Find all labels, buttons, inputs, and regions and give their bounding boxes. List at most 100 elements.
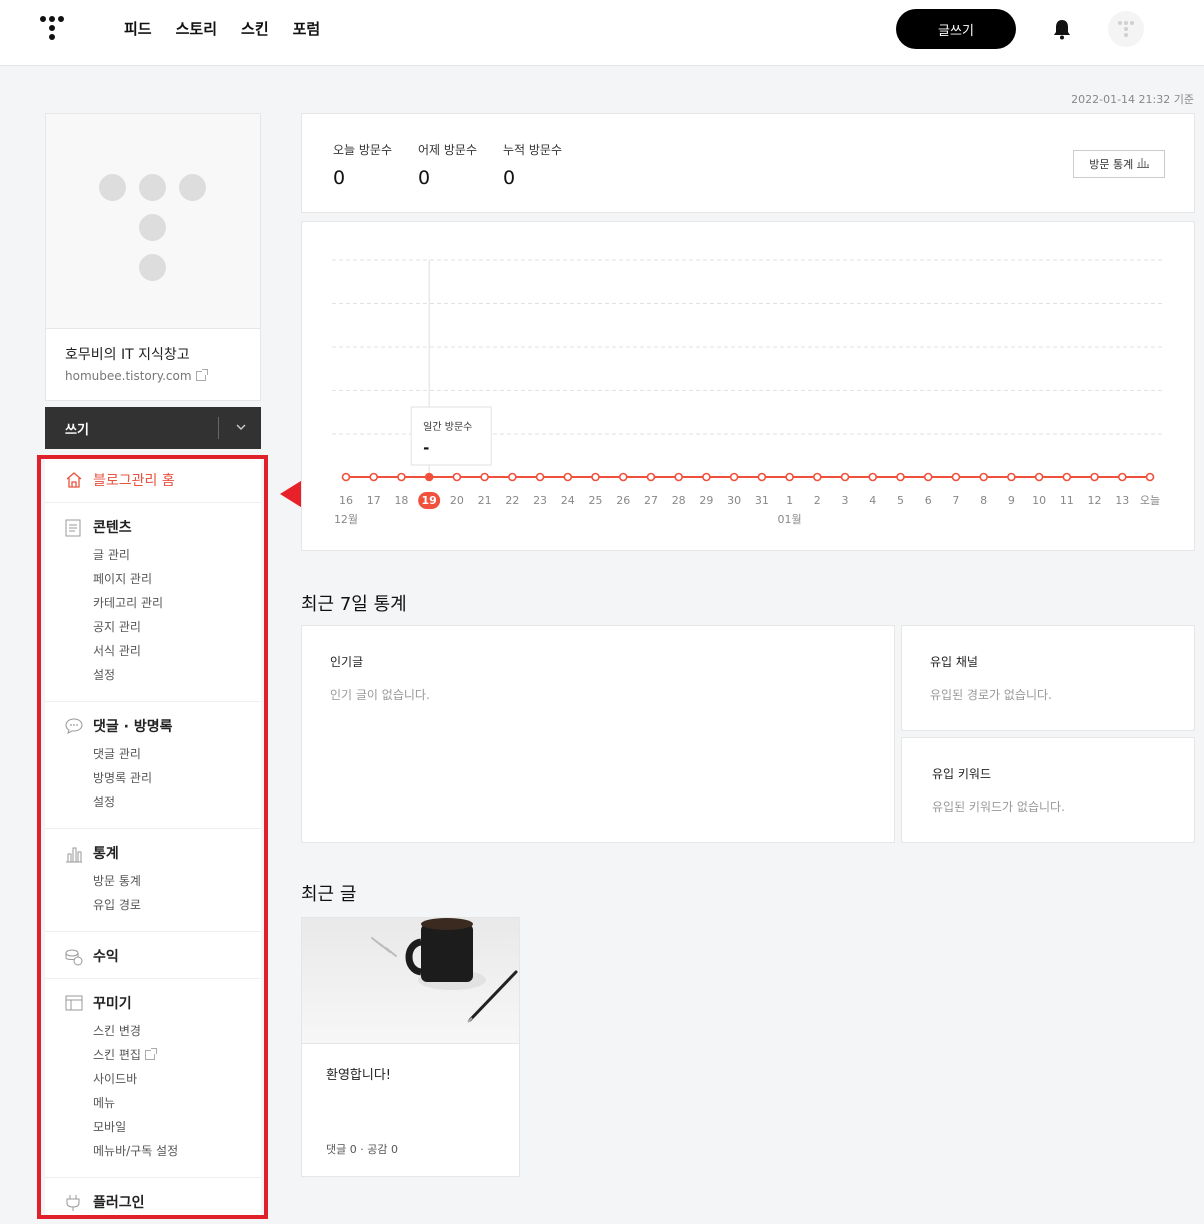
chart-point: [1117, 472, 1127, 482]
blog-profile-image[interactable]: [46, 114, 260, 329]
menu-group-plugin: 플러그인: [45, 1178, 261, 1217]
blog-url-link[interactable]: homubee.tistory.com: [65, 369, 208, 383]
menu-template-manage[interactable]: 서식 관리: [93, 642, 141, 659]
menu-plugin[interactable]: 플러그인: [93, 1192, 145, 1212]
home-icon: [66, 472, 82, 488]
chart-point: [508, 472, 517, 482]
menu-home-label: 블로그관리 홈: [93, 473, 175, 489]
nav-feed[interactable]: 피드: [124, 18, 152, 40]
write-button[interactable]: 쓰기: [65, 419, 89, 438]
menu-skin-change[interactable]: 스킨 변경: [93, 1022, 141, 1039]
chart-point: [480, 472, 489, 482]
chart-month-label: 01월: [778, 513, 802, 526]
tistory-logo[interactable]: [38, 14, 66, 44]
popular-posts-card: 인기글 인기 글이 없습니다.: [301, 625, 895, 843]
blog-name: 호무비의 IT 지식창고: [65, 347, 190, 363]
chart-point: [923, 472, 933, 482]
menu-home[interactable]: 블로그관리 홈: [45, 457, 261, 503]
chart-point: [563, 472, 573, 482]
chart-x-tick-label: 27: [644, 494, 658, 507]
notification-bell-icon[interactable]: [1052, 18, 1072, 40]
referrer-keyword-title: 유입 키워드: [932, 767, 992, 781]
layout-icon: [65, 995, 83, 1011]
menu-stats[interactable]: 통계: [93, 843, 119, 863]
plug-icon: [66, 1195, 80, 1211]
menu-category-manage[interactable]: 카테고리 관리: [93, 594, 163, 611]
chart-x-tick-label: 16: [339, 494, 353, 507]
menu-comments-settings[interactable]: 설정: [93, 793, 115, 810]
chart-x-tick-label: 4: [869, 494, 876, 507]
stats-timestamp: 2022-01-14 21:32 기준: [1071, 93, 1194, 106]
nav-story[interactable]: 스토리: [176, 18, 217, 40]
write-post-button[interactable]: 글쓰기: [896, 9, 1016, 49]
menu-group-contents: 콘텐츠 글 관리 페이지 관리 카테고리 관리 공지 관리 서식 관리 설정: [45, 503, 261, 702]
chart-x-tick-label: 6: [925, 494, 932, 507]
chart-point: [424, 472, 434, 482]
chevron-down-icon[interactable]: [234, 420, 248, 434]
visit-stats-button[interactable]: 방문 통계: [1073, 150, 1165, 178]
chart-point: [979, 472, 988, 482]
logo-dot: [58, 16, 64, 22]
menu-contents[interactable]: 콘텐츠: [93, 517, 132, 537]
daily-visits-chart: 16 17 18 19 20 21 22 23 24 25 26 27 28 29 30 31 1 2 3 4 5 6 7 8…: [301, 221, 1195, 551]
menu-referrer[interactable]: 유입 경로: [93, 896, 141, 913]
chart-point: [397, 472, 406, 482]
chart-point: [591, 472, 600, 482]
menu-post-manage[interactable]: 글 관리: [93, 546, 130, 563]
chart-point: [840, 472, 850, 482]
top-navigation: 피드 스토리 스킨 포럼 글쓰기: [0, 0, 1204, 66]
avatar-dot: [1124, 33, 1128, 37]
logo-dot: [40, 16, 46, 22]
profile-dot: [99, 174, 126, 201]
user-avatar[interactable]: [1108, 11, 1144, 47]
chart-point: [757, 472, 767, 482]
chart-x-tick-label: 11: [1060, 494, 1074, 507]
document-icon: [65, 519, 81, 537]
menu-comments[interactable]: 댓글 · 방명록: [93, 716, 172, 736]
blog-profile-card: 호무비의 IT 지식창고 homubee.tistory.com: [45, 113, 261, 401]
external-link-icon: [144, 1048, 157, 1060]
menu-skin-edit[interactable]: 스킨 편집: [93, 1046, 157, 1063]
chart-point: [618, 472, 628, 482]
menu-contents-settings[interactable]: 설정: [93, 666, 115, 683]
chart-x-tick-label: 25: [589, 494, 603, 507]
chart-x-tick-label: 19: [422, 494, 437, 507]
menu-visit-stats[interactable]: 방문 통계: [93, 872, 141, 889]
recent-post-card[interactable]: 환영합니다! 댓글 0 · 공감 0: [301, 917, 520, 1177]
menu-comment-manage[interactable]: 댓글 관리: [93, 745, 141, 762]
chart-x-tick-label: 2: [814, 494, 821, 507]
chart-x-tick-label: 31: [755, 494, 769, 507]
referrer-channel-card: 유입 채널 유입된 경로가 없습니다.: [901, 625, 1195, 731]
avatar-dot: [1118, 21, 1122, 25]
avatar-dot: [1124, 27, 1128, 31]
menu-mobile[interactable]: 모바일: [93, 1118, 126, 1135]
menu-menubar-subscribe[interactable]: 메뉴바/구독 설정: [93, 1142, 178, 1159]
nav-forum[interactable]: 포럼: [293, 18, 321, 40]
chart-point: [646, 472, 656, 482]
menu-decorate[interactable]: 꾸미기: [93, 993, 132, 1013]
yesterday-visits: 어제 방문수 0: [418, 141, 477, 189]
profile-dot: [139, 174, 166, 201]
today-visits-label: 오늘 방문수: [333, 143, 393, 157]
menu-guestbook-manage[interactable]: 방명록 관리: [93, 769, 152, 786]
referrer-keyword-empty: 유입된 키워드가 없습니다.: [932, 800, 1065, 814]
visits-line-chart: 16 17 18 19 20 21 22 23 24 25 26 27 28 29 30 31 1 2 3 4 5 6 7 8…: [332, 259, 1164, 526]
menu-menu[interactable]: 메뉴: [93, 1094, 115, 1111]
avatar-dot: [1124, 21, 1128, 25]
menu-page-manage[interactable]: 페이지 관리: [93, 570, 152, 587]
menu-revenue[interactable]: 수익: [93, 946, 119, 966]
total-visits: 누적 방문수 0: [503, 141, 562, 189]
chart-point: [674, 472, 683, 482]
menu-group-comments: 댓글 · 방명록 댓글 관리 방명록 관리 설정: [45, 702, 261, 829]
chart-x-tick-label: 5: [897, 494, 904, 507]
menu-notice-manage[interactable]: 공지 관리: [93, 618, 141, 635]
avatar-dot: [1130, 21, 1134, 25]
profile-dot: [179, 174, 206, 201]
chart-x-tick-label: 24: [561, 494, 575, 507]
chart-point: [729, 472, 739, 482]
chart-point: [535, 472, 545, 482]
nav-skin[interactable]: 스킨: [241, 18, 269, 40]
menu-sidebar[interactable]: 사이드바: [93, 1070, 137, 1087]
chart-x-tick-label: 12: [1088, 494, 1102, 507]
post-meta: 댓글 0 · 공감 0: [326, 1143, 398, 1156]
